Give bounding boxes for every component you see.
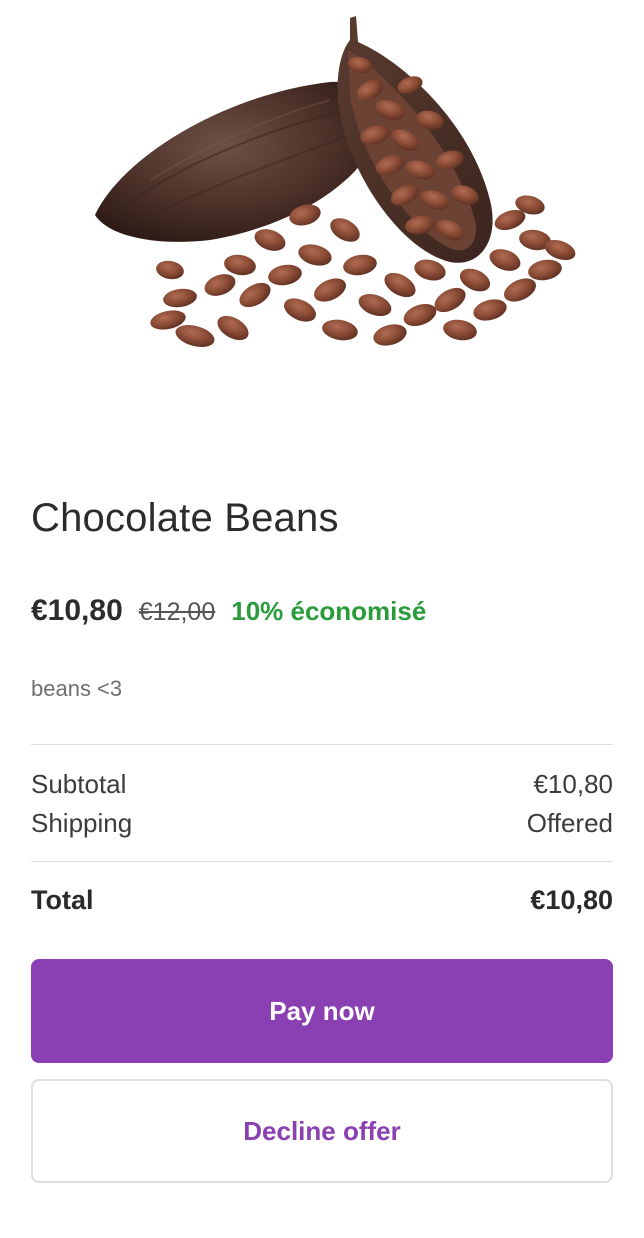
- shipping-value: Offered: [526, 807, 613, 838]
- product-details: Chocolate Beans €10,80 €12,00 10% économ…: [31, 466, 613, 1183]
- decline-offer-button[interactable]: Decline offer: [31, 1079, 613, 1183]
- product-title: Chocolate Beans: [31, 496, 339, 540]
- subtotal-label: Subtotal: [31, 768, 127, 799]
- price-original: €12,00: [138, 598, 216, 626]
- shipping-label: Shipping: [31, 807, 133, 838]
- cocoa-pod-illustration: [95, 16, 576, 347]
- price-row: €10,80 €12,00 10% économisé: [31, 594, 613, 628]
- pay-now-button[interactable]: Pay now: [31, 959, 613, 1063]
- subtotal-value: €10,80: [533, 768, 613, 799]
- total-row: Total €10,80: [31, 862, 613, 938]
- product-image: [0, 0, 644, 430]
- product-description: beans <3: [31, 676, 123, 701]
- price-saving-badge: 10% économisé: [231, 596, 427, 626]
- total-label: Total: [31, 884, 94, 915]
- total-value: €10,80: [530, 884, 613, 915]
- price-current: €10,80: [31, 594, 123, 627]
- shipping-row: Shipping Offered: [31, 803, 613, 861]
